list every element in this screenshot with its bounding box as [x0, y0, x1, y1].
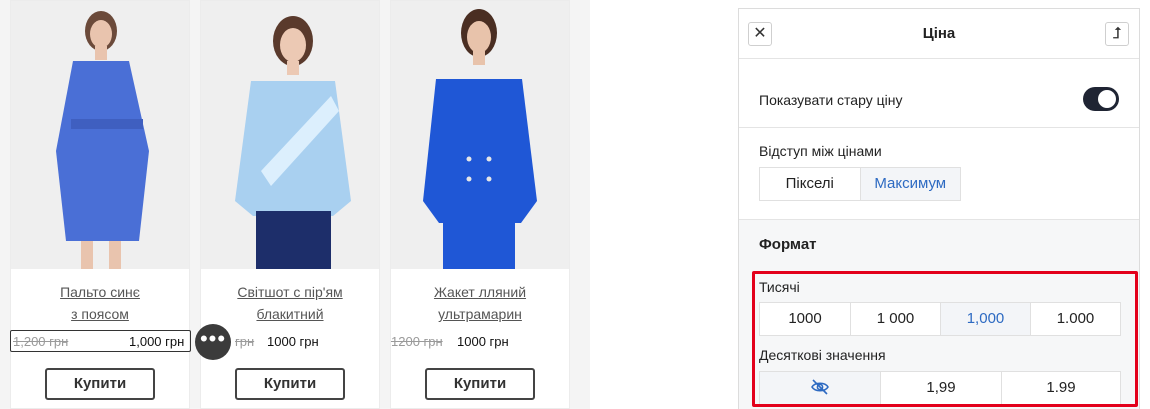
gap-option-maximum[interactable]: Максимум	[860, 168, 960, 200]
product-image[interactable]	[11, 1, 189, 269]
selected-price-outline[interactable]	[10, 330, 191, 352]
decimals-option-dot[interactable]: 1.99	[1002, 372, 1120, 404]
buy-button[interactable]: Купити	[45, 368, 155, 400]
show-old-price-row: Показувати стару ціну	[739, 60, 1139, 128]
decimals-segmented: 1,99 1.99	[759, 371, 1121, 405]
product-name-link[interactable]: Жакет лляний ультрамарин	[391, 281, 569, 325]
more-horizontal-icon[interactable]: •••	[195, 324, 231, 360]
product-name-line[interactable]: Жакет лляний	[391, 281, 569, 303]
product-image[interactable]	[391, 1, 569, 269]
product-name-line[interactable]: блакитний	[201, 303, 379, 325]
price-gap-row: Відступ між цінами Пікселі Максимум	[739, 129, 1139, 219]
price-gap-label: Відступ між цінами	[759, 143, 882, 159]
product-card[interactable]: Жакет лляний ультрамарин 1200 грн 1000 г…	[390, 0, 570, 409]
product-image[interactable]	[201, 1, 379, 269]
buy-button[interactable]: Купити	[235, 368, 345, 400]
thousands-option-plain[interactable]: 1000	[760, 303, 851, 335]
toggle-knob	[1098, 90, 1116, 108]
product-prices: 1200 грн 1000 грн	[391, 331, 569, 353]
product-name-line[interactable]: Світшот с пір'ям	[201, 281, 379, 303]
thousands-option-comma[interactable]: 1,000	[941, 303, 1031, 335]
product-name-line[interactable]: ультрамарин	[391, 303, 569, 325]
new-price: 1000 грн	[457, 334, 509, 349]
gap-option-pixels[interactable]: Пікселі	[760, 168, 861, 200]
decimals-option-comma[interactable]: 1,99	[881, 372, 1002, 404]
buy-button[interactable]: Купити	[425, 368, 535, 400]
thousands-label: Тисячі	[759, 279, 800, 295]
old-price: грн	[235, 334, 255, 349]
new-price: 1000 грн	[267, 334, 319, 349]
thousands-option-space[interactable]: 1 000	[851, 303, 941, 335]
decimals-option-hidden[interactable]	[760, 372, 881, 404]
thousands-segmented: 1000 1 000 1,000 1.000	[759, 302, 1121, 336]
eye-off-icon	[810, 377, 830, 397]
product-name-link[interactable]: Пальто синє з поясом	[11, 281, 189, 325]
price-gap-segmented: Пікселі Максимум	[759, 167, 961, 201]
decimals-label: Десяткові значення	[759, 347, 886, 363]
format-section: Формат Тисячі 1000 1 000 1,000 1.000 Дес…	[739, 219, 1139, 409]
panel-title: Ціна	[922, 25, 956, 42]
format-title: Формат	[759, 236, 817, 253]
price-settings-panel: ✕ Ціна ⮥ Показувати стару ціну Відступ м…	[738, 8, 1140, 409]
thousands-option-dot[interactable]: 1.000	[1031, 303, 1120, 335]
show-old-price-toggle[interactable]	[1083, 87, 1119, 111]
arrow-up-icon[interactable]: ⮥	[1105, 22, 1129, 46]
panel-header: ✕ Ціна ⮥	[739, 9, 1139, 59]
product-name-line[interactable]: Пальто синє	[11, 281, 189, 303]
product-grid: Пальто синє з поясом 1,200 грн 1,000 грн…	[0, 0, 590, 409]
product-name-link[interactable]: Світшот с пір'ям блакитний	[201, 281, 379, 325]
show-old-price-label: Показувати стару ціну	[759, 92, 903, 108]
product-name-line[interactable]: з поясом	[11, 303, 189, 325]
old-price: 1200 грн	[391, 334, 443, 349]
